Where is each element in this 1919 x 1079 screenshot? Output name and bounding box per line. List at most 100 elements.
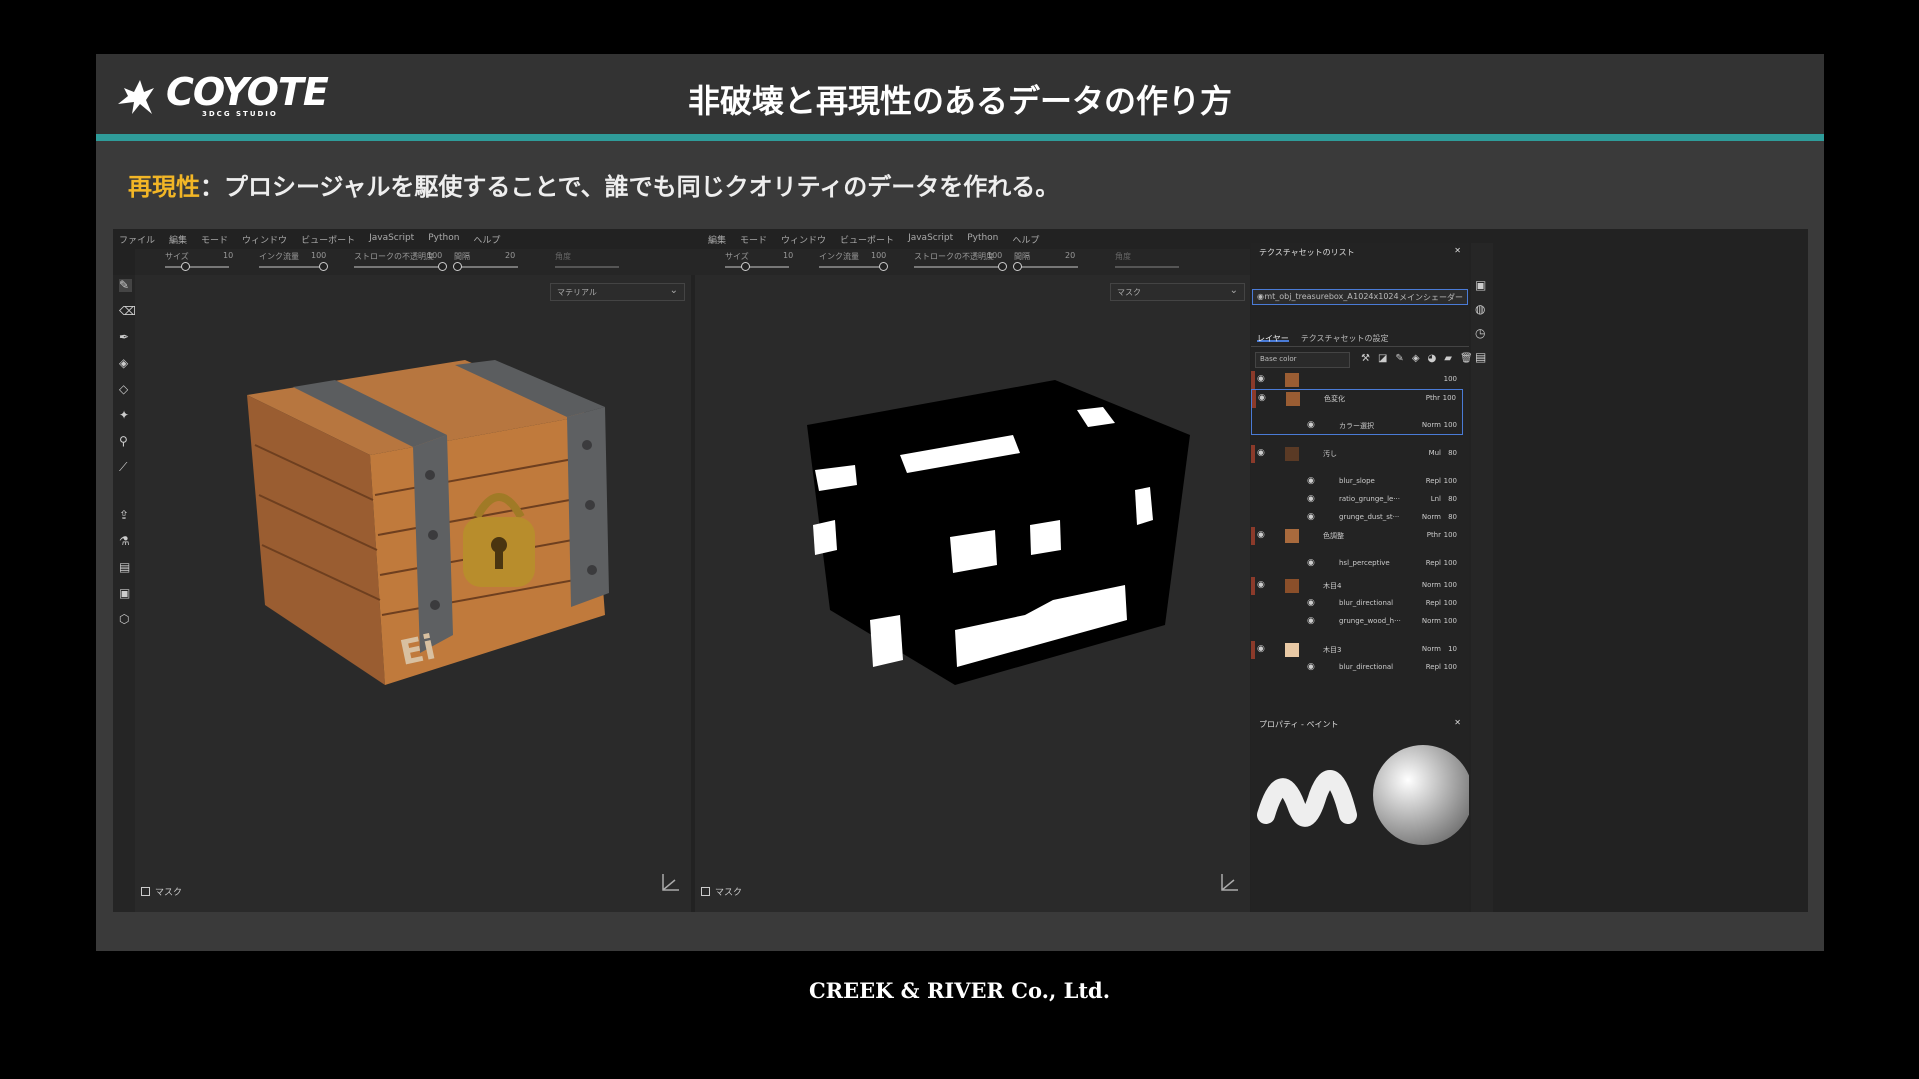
eye-icon[interactable]: ◉	[1307, 420, 1315, 430]
menu-viewport[interactable]: ビューポート	[301, 233, 355, 247]
effect-row[interactable]: ◉ カラー選択 Norm 100	[1251, 417, 1463, 435]
opacity-slider-handle-2[interactable]	[998, 262, 1007, 271]
close-icon-2[interactable]: ✕	[1454, 718, 1461, 727]
blend-mode[interactable]: Pthr	[1427, 531, 1441, 539]
eye-icon[interactable]: ◉	[1307, 616, 1315, 626]
viewport-3d-material[interactable]: マテリアル ⌄ Ei マスク	[135, 275, 691, 912]
eye-icon[interactable]: ◉	[1257, 448, 1265, 458]
add-mask-icon[interactable]: ◪	[1378, 353, 1387, 364]
eye-icon[interactable]: ◉	[1258, 393, 1266, 403]
layer-opacity[interactable]: 100	[1444, 581, 1457, 589]
eye-icon[interactable]: ◉	[1257, 374, 1265, 384]
layer-opacity[interactable]: 100	[1444, 617, 1457, 625]
layer-row[interactable]: ◉ 汚し Mul 80	[1251, 445, 1463, 463]
eraser-icon[interactable]: ⌫	[119, 305, 136, 318]
eye-icon[interactable]: ◉	[1257, 644, 1265, 654]
smudge-icon[interactable]: ◇	[119, 383, 132, 396]
effect-row[interactable]: ◉ blur_slope Repl 100	[1251, 473, 1463, 491]
layer-opacity[interactable]: 100	[1444, 599, 1457, 607]
layer-opacity[interactable]: 10	[1448, 645, 1457, 653]
tab-texture-set-settings[interactable]: テクスチャセットの設定	[1301, 333, 1389, 343]
mask-checkbox-2[interactable]	[701, 887, 710, 896]
flow-slider-handle[interactable]	[319, 262, 328, 271]
layer-row[interactable]: ◉ 100	[1251, 371, 1463, 389]
eye-icon[interactable]: ◉	[1307, 476, 1315, 486]
size-slider-handle-2[interactable]	[741, 262, 750, 271]
menu-help[interactable]: ヘルプ	[473, 233, 500, 247]
menu-python[interactable]: Python	[428, 233, 459, 247]
blend-mode[interactable]: Norm	[1422, 513, 1441, 521]
menu-viewport-2[interactable]: ビューポート	[840, 233, 894, 247]
mask-toggle-left[interactable]: マスク	[141, 885, 182, 898]
eye-icon[interactable]: ◉	[1307, 558, 1315, 568]
folder-icon[interactable]: ▰	[1444, 353, 1452, 364]
menu-javascript-2[interactable]: JavaScript	[908, 233, 953, 247]
close-icon[interactable]: ✕	[1454, 246, 1461, 255]
stamp-icon[interactable]: ⚲	[119, 435, 132, 448]
polygon-fill-icon[interactable]: ◈	[119, 357, 132, 370]
document-icon[interactable]: ▣	[119, 587, 132, 600]
menu-mode-2[interactable]: モード	[740, 233, 767, 247]
render-icon[interactable]: ▤	[119, 561, 132, 574]
layer-opacity[interactable]: 80	[1448, 513, 1457, 521]
layer-opacity[interactable]: 80	[1448, 449, 1457, 457]
menu-mode[interactable]: モード	[201, 233, 228, 247]
mask-toggle-right[interactable]: マスク	[701, 885, 742, 898]
effect-row[interactable]: ◉ hsl_perceptive Repl 100	[1251, 555, 1463, 573]
eye-icon[interactable]: ◉	[1257, 580, 1265, 590]
layer-row[interactable]: ◉ 色調整 Pthr 100	[1251, 527, 1463, 545]
paint-layer-icon[interactable]: ✎	[1395, 353, 1403, 364]
layer-opacity[interactable]: 100	[1444, 663, 1457, 671]
menu-javascript[interactable]: JavaScript	[369, 233, 414, 247]
menu-window[interactable]: ウィンドウ	[242, 233, 287, 247]
tab-layers[interactable]: レイヤー	[1257, 333, 1289, 343]
spacing-slider[interactable]	[454, 266, 518, 268]
bake-icon[interactable]: ⚗	[119, 535, 132, 548]
effect-row[interactable]: ◉ ratio_grunge_le··· Lnl 80	[1251, 491, 1463, 509]
layer-opacity[interactable]: 100	[1444, 477, 1457, 485]
blend-mode[interactable]: Norm	[1422, 421, 1441, 429]
eye-icon[interactable]: ◉	[1257, 530, 1265, 540]
menu-python-2[interactable]: Python	[967, 233, 998, 247]
size-slider-2[interactable]	[725, 266, 789, 268]
layer-opacity[interactable]: 100	[1444, 559, 1457, 567]
eye-icon[interactable]: ◉	[1307, 598, 1315, 608]
opacity-slider-handle[interactable]	[438, 262, 447, 271]
menu-help-2[interactable]: ヘルプ	[1012, 233, 1039, 247]
add-effect-icon[interactable]: ⚒	[1361, 353, 1370, 364]
size-slider[interactable]	[165, 266, 229, 268]
viewport-3d-mask[interactable]: マスク マスク	[695, 275, 1250, 912]
layer-opacity[interactable]: 100	[1443, 394, 1456, 402]
eye-icon[interactable]: ◉	[1307, 494, 1315, 504]
menu-window-2[interactable]: ウィンドウ	[781, 233, 826, 247]
angle-slider-2[interactable]	[1115, 266, 1179, 268]
flow-slider-handle-2[interactable]	[879, 262, 888, 271]
export-icon[interactable]: ⇪	[119, 509, 132, 522]
effect-row[interactable]: ◉ blur_directional Repl 100	[1251, 595, 1463, 613]
menu-edit-2[interactable]: 編集	[708, 233, 726, 247]
blend-mode[interactable]: Norm	[1422, 617, 1441, 625]
layer-opacity[interactable]: 100	[1444, 375, 1457, 383]
effect-row[interactable]: ◉ blur_directional Repl 100	[1251, 659, 1463, 677]
eye-icon[interactable]: ◉	[1307, 662, 1315, 672]
color-icon[interactable]: ◕	[1428, 353, 1437, 364]
spacing-slider-handle[interactable]	[453, 262, 462, 271]
spacing-slider-2[interactable]	[1014, 266, 1078, 268]
size-slider-handle[interactable]	[181, 262, 190, 271]
layer-opacity[interactable]: 80	[1448, 495, 1457, 503]
projection-icon[interactable]: ✒	[119, 331, 132, 344]
history-icon[interactable]: ◷	[1475, 327, 1488, 340]
effect-row[interactable]: ◉ grunge_dust_st··· Norm 80	[1251, 509, 1463, 527]
eye-icon[interactable]: ◉	[1257, 292, 1264, 302]
flow-slider[interactable]	[259, 266, 325, 268]
texture-set-row[interactable]: ◉ mt_obj_treasurebox_A 1024x1024 メインシェーダ…	[1252, 289, 1468, 305]
blend-mode[interactable]: Repl	[1426, 559, 1441, 567]
mask-checkbox[interactable]	[141, 887, 150, 896]
opacity-slider[interactable]	[354, 266, 444, 268]
blend-mode[interactable]: Repl	[1426, 477, 1441, 485]
blend-mode[interactable]: Pthr	[1426, 394, 1440, 402]
layer-row[interactable]: ◉ 木目3 Norm 10	[1251, 641, 1463, 659]
eye-icon[interactable]: ◉	[1307, 512, 1315, 522]
layer-row[interactable]: ◉ 木目4 Norm 100	[1251, 577, 1463, 595]
camera-icon[interactable]: ▣	[1475, 279, 1488, 292]
